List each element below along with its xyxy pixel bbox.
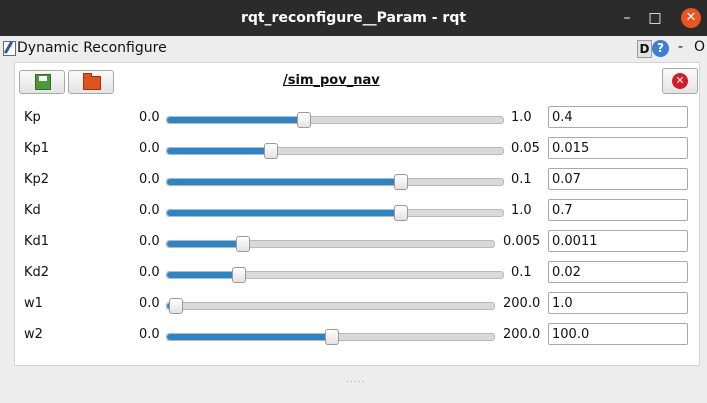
- param-slider[interactable]: [166, 298, 495, 314]
- save-icon: [35, 74, 51, 90]
- param-name: Kd2: [24, 265, 50, 280]
- minimize-icon[interactable]: –: [617, 8, 637, 28]
- save-button[interactable]: [19, 70, 65, 94]
- slider-handle[interactable]: [264, 143, 278, 159]
- d-button[interactable]: D: [637, 40, 652, 58]
- param-min: 0.0: [139, 327, 160, 342]
- param-name: Kp1: [24, 141, 50, 156]
- pencil-icon: [3, 41, 16, 56]
- open-button[interactable]: [68, 70, 114, 94]
- param-row-kd2: Kd2 0.0 0.1: [15, 261, 699, 287]
- slider-handle[interactable]: [169, 298, 183, 314]
- param-max: 200.0: [503, 296, 541, 311]
- param-min: 0.0: [139, 110, 160, 125]
- slider-fill: [167, 272, 238, 278]
- param-value-input[interactable]: [548, 261, 688, 283]
- param-name: Kp2: [24, 172, 50, 187]
- param-slider[interactable]: [166, 236, 495, 252]
- param-row-kp2: Kp2 0.0 0.1: [15, 168, 699, 194]
- close-node-button[interactable]: ✕: [662, 68, 698, 94]
- param-slider[interactable]: [166, 329, 495, 345]
- slider-handle[interactable]: [394, 174, 408, 190]
- slider-handle[interactable]: [297, 112, 311, 128]
- maximize-icon[interactable]: □: [645, 8, 665, 28]
- param-value-input[interactable]: [548, 106, 688, 128]
- param-value-input[interactable]: [548, 230, 688, 252]
- slider-fill: [167, 117, 303, 123]
- param-row-kp: Kp 0.0 1.0: [15, 106, 699, 132]
- param-value-input[interactable]: [548, 323, 688, 345]
- param-min: 0.0: [139, 296, 160, 311]
- slider-fill: [167, 334, 331, 340]
- param-value-input[interactable]: [548, 199, 688, 221]
- param-name: w1: [24, 296, 43, 311]
- param-min: 0.0: [139, 172, 160, 187]
- param-max: 1.0: [511, 110, 532, 125]
- slider-handle[interactable]: [232, 267, 246, 283]
- param-slider[interactable]: [166, 112, 504, 128]
- open-folder-icon: [83, 73, 101, 90]
- options-button[interactable]: O: [694, 39, 705, 55]
- param-max: 200.0: [503, 327, 541, 342]
- param-min: 0.0: [139, 141, 160, 156]
- param-slider[interactable]: [166, 143, 504, 159]
- plugin-title: Dynamic Reconfigure: [17, 40, 167, 56]
- param-row-kd1: Kd1 0.0 0.005: [15, 230, 699, 256]
- param-max: 0.05: [511, 141, 540, 156]
- param-row-kd: Kd 0.0 1.0: [15, 199, 699, 225]
- param-slider[interactable]: [166, 174, 504, 190]
- param-name: Kd: [24, 203, 41, 218]
- param-max: 0.005: [503, 234, 541, 249]
- minimize-plugin-button[interactable]: -: [678, 39, 683, 55]
- close-node-icon: ✕: [672, 73, 688, 89]
- param-slider[interactable]: [166, 205, 504, 221]
- param-row-w1: w1 0.0 200.0: [15, 292, 699, 318]
- param-value-input[interactable]: [548, 292, 688, 314]
- param-name: w2: [24, 327, 43, 342]
- param-max: 0.1: [511, 172, 532, 187]
- param-min: 0.0: [139, 203, 160, 218]
- param-min: 0.0: [139, 265, 160, 280]
- slider-handle[interactable]: [236, 236, 250, 252]
- slider-handle[interactable]: [325, 329, 339, 345]
- reconfigure-panel: /sim_pov_nav ✕ Kp0.01.0Kp10.00.05Kp20.00…: [14, 62, 700, 366]
- param-row-kp1: Kp1 0.0 0.05: [15, 137, 699, 163]
- plugin-header: Dynamic Reconfigure D ? - O: [0, 38, 707, 60]
- slider-fill: [167, 241, 242, 247]
- slider-handle[interactable]: [394, 205, 408, 221]
- help-icon[interactable]: ?: [652, 40, 669, 57]
- node-name: /sim_pov_nav: [283, 73, 380, 88]
- slider-fill: [167, 210, 400, 216]
- window-title: rqt_reconfigure__Param - rqt: [240, 10, 467, 26]
- param-max: 0.1: [511, 265, 532, 280]
- slider-fill: [167, 148, 270, 154]
- param-value-input[interactable]: [548, 168, 688, 190]
- param-min: 0.0: [139, 234, 160, 249]
- param-max: 1.0: [511, 203, 532, 218]
- resize-grip[interactable]: .....: [346, 375, 365, 385]
- param-slider[interactable]: [166, 267, 504, 283]
- window-titlebar: rqt_reconfigure__Param - rqt – □ ✕: [0, 0, 707, 36]
- param-name: Kp: [24, 110, 41, 125]
- param-value-input[interactable]: [548, 137, 688, 159]
- param-name: Kd1: [24, 234, 50, 249]
- close-window-icon[interactable]: ✕: [681, 8, 701, 28]
- param-row-w2: w2 0.0 200.0: [15, 323, 699, 349]
- slider-fill: [167, 179, 400, 185]
